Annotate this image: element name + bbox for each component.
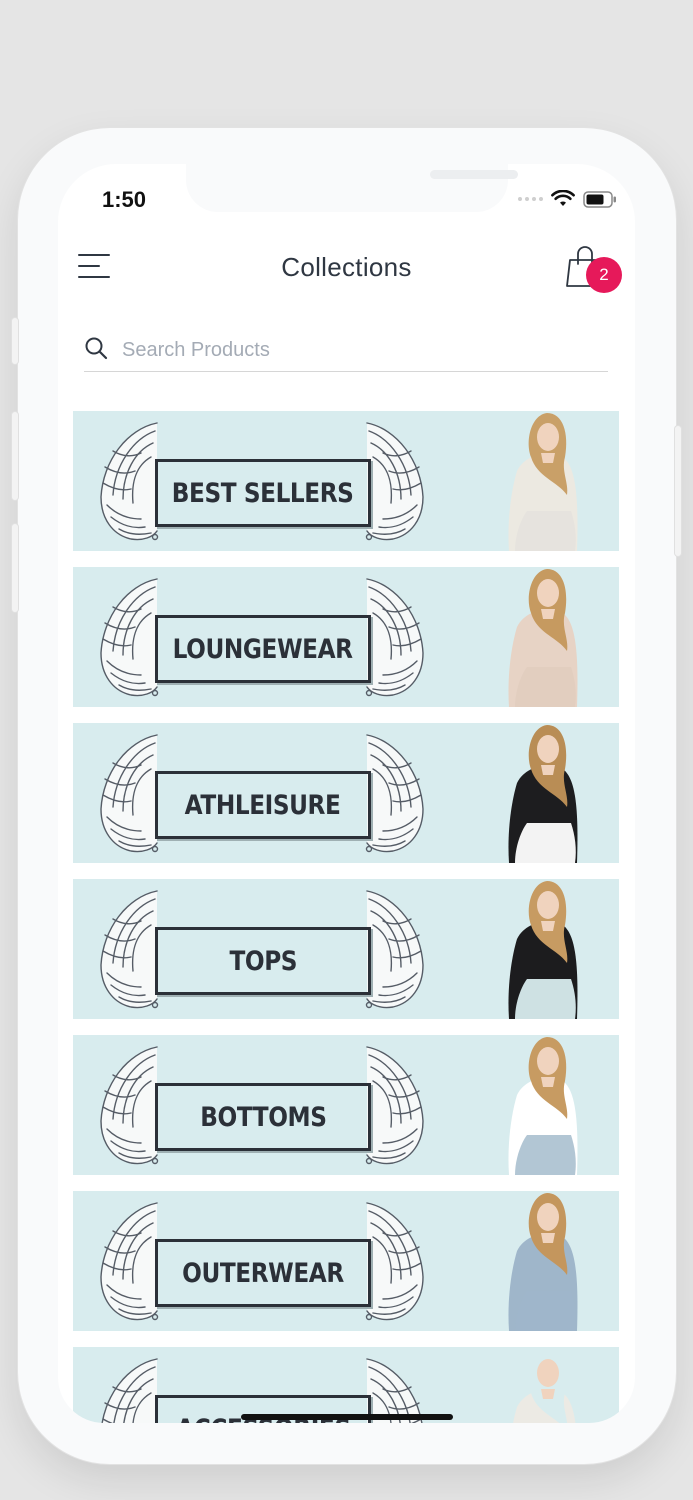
collection-label: TOPS (229, 945, 297, 977)
collection-label-box: BEST SELLERS (155, 459, 371, 527)
home-indicator[interactable] (241, 1414, 453, 1420)
wing-icon (100, 734, 159, 853)
volume-down-button (12, 524, 18, 612)
status-time: 1:50 (102, 187, 147, 212)
collection-label-box: ATHLEISURE (155, 771, 371, 839)
notch (186, 164, 518, 212)
model-photo (508, 1037, 578, 1175)
wing-icon (100, 890, 159, 1009)
power-button (675, 426, 681, 556)
wing-icon (100, 1358, 159, 1423)
collection-banner[interactable]: LOUNGEWEAR (73, 567, 619, 707)
collection-label-box: OUTERWEAR (155, 1239, 371, 1307)
collection-banner[interactable]: TOPS (73, 879, 619, 1019)
wing-icon (365, 890, 424, 1009)
collection-banner[interactable]: ATHLEISURE (73, 723, 619, 863)
collection-label: LOUNGEWEAR (173, 633, 353, 665)
cart-count-badge[interactable]: 2 (586, 257, 622, 293)
collection-banner[interactable]: OUTERWEAR (73, 1191, 619, 1331)
wifi-icon (551, 190, 575, 206)
wing-icon (365, 578, 424, 697)
battery-icon (583, 190, 616, 208)
search-icon (85, 337, 108, 360)
collection-label-box: BOTTOMS (155, 1083, 371, 1151)
wing-icon (365, 734, 424, 853)
search-bar (84, 332, 608, 372)
collection-label: ATHLEISURE (185, 789, 341, 821)
collection-banner[interactable]: ACCESSORIES (73, 1347, 619, 1423)
model-photo (508, 569, 578, 707)
collection-label: OUTERWEAR (182, 1257, 344, 1289)
collection-list: BEST SELLERS LOUNGEWEAR ATHLEISURE TOPS BOTT… (73, 411, 619, 1423)
page-title: Collections (281, 252, 412, 282)
model-photo (508, 1193, 578, 1331)
collection-label-box: TOPS (155, 927, 371, 995)
wing-icon (365, 422, 424, 541)
wing-icon (100, 578, 159, 697)
signal-icon (518, 197, 543, 201)
collection-banner[interactable]: BEST SELLERS (73, 411, 619, 551)
wing-icon (365, 1046, 424, 1165)
model-photo (508, 413, 578, 551)
app-screen: 1:50 Collections 2 Search Products BEST … (58, 164, 635, 1423)
mute-switch (12, 318, 18, 364)
wing-icon (365, 1202, 424, 1321)
model-photo (513, 1349, 576, 1423)
collection-label-box: LOUNGEWEAR (155, 615, 371, 683)
model-photo (508, 725, 578, 863)
speaker-grille (430, 170, 518, 179)
search-input[interactable] (122, 332, 592, 368)
model-photo (508, 881, 578, 1019)
wing-icon (365, 1358, 424, 1423)
collection-label: BEST SELLERS (172, 477, 354, 509)
collection-label: BOTTOMS (199, 1101, 327, 1133)
collection-banner[interactable]: BOTTOMS (73, 1035, 619, 1175)
wing-icon (100, 422, 159, 541)
status-icons (518, 190, 617, 208)
wing-icon (100, 1046, 159, 1165)
top-nav-bar: Collections (58, 244, 635, 292)
wing-icon (100, 1202, 159, 1321)
volume-up-button (12, 412, 18, 500)
